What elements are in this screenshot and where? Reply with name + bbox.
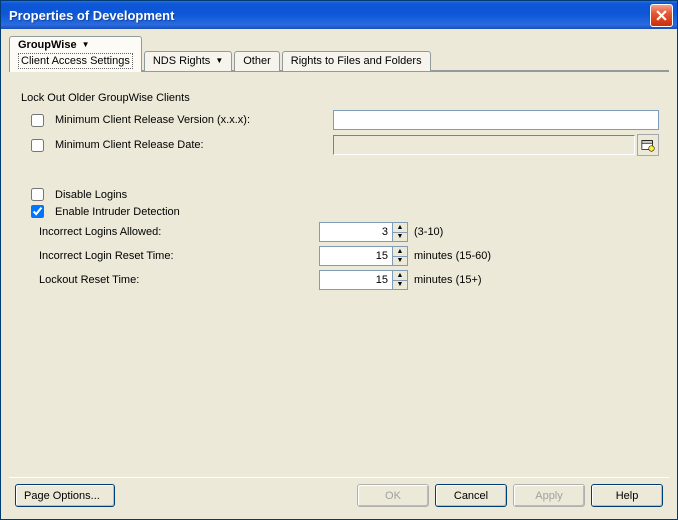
title-bar: Properties of Development — [1, 1, 677, 29]
incorrect-logins-spinner[interactable]: ▲ ▼ — [319, 222, 408, 242]
window-title: Properties of Development — [9, 8, 650, 23]
close-button[interactable] — [650, 4, 673, 27]
date-picker-button[interactable] — [637, 134, 659, 156]
disable-logins-checkbox[interactable] — [31, 188, 44, 201]
incorrect-logins-input[interactable] — [319, 222, 393, 242]
disable-logins-row: Disable Logins — [19, 188, 659, 201]
cancel-button[interactable]: Cancel — [435, 484, 507, 507]
tab-other-label: Other — [243, 54, 271, 68]
min-version-row: Minimum Client Release Version (x.x.x): — [19, 110, 659, 130]
reset-time-input[interactable] — [319, 246, 393, 266]
reset-time-suffix: minutes (15-60) — [414, 250, 491, 262]
enable-intruder-label: Enable Intruder Detection — [55, 206, 180, 218]
min-date-input[interactable] — [333, 135, 635, 155]
tab-other[interactable]: Other — [234, 51, 280, 71]
lockout-reset-spinner[interactable]: ▲ ▼ — [319, 270, 408, 290]
tab-groupwise-subline: Client Access Settings — [18, 53, 133, 69]
min-date-label: Minimum Client Release Date: — [55, 139, 333, 151]
enable-intruder-checkbox[interactable] — [31, 205, 44, 218]
incorrect-logins-label: Incorrect Logins Allowed: — [39, 226, 319, 238]
lockout-reset-input[interactable] — [319, 270, 393, 290]
content-area: GroupWise ▼ Client Access Settings NDS R… — [1, 29, 677, 519]
tab-strip: GroupWise ▼ Client Access Settings NDS R… — [9, 35, 669, 71]
spin-up[interactable]: ▲ — [393, 246, 408, 256]
spin-down[interactable]: ▼ — [393, 232, 408, 243]
reset-time-row: Incorrect Login Reset Time: ▲ ▼ minutes … — [19, 246, 659, 266]
enable-intruder-row: Enable Intruder Detection — [19, 205, 659, 218]
properties-window: Properties of Development GroupWise ▼ Cl… — [0, 0, 678, 520]
incorrect-logins-row: Incorrect Logins Allowed: ▲ ▼ (3-10) — [19, 222, 659, 242]
spin-up[interactable]: ▲ — [393, 222, 408, 232]
tab-nds-rights[interactable]: NDS Rights ▼ — [144, 51, 232, 71]
disable-logins-label: Disable Logins — [55, 189, 127, 201]
min-date-row: Minimum Client Release Date: — [19, 134, 659, 156]
min-date-checkbox[interactable] — [31, 139, 44, 152]
dialog-footer: Page Options... OK Cancel Apply Help — [9, 477, 669, 513]
tab-rights-label: Rights to Files and Folders — [291, 54, 422, 68]
chevron-down-icon: ▼ — [215, 54, 223, 68]
help-button[interactable]: Help — [591, 484, 663, 507]
chevron-down-icon: ▼ — [82, 38, 90, 52]
panel-body: Lock Out Older GroupWise Clients Minimum… — [9, 72, 669, 477]
spin-down[interactable]: ▼ — [393, 256, 408, 267]
min-version-checkbox[interactable] — [31, 114, 44, 127]
apply-button[interactable]: Apply — [513, 484, 585, 507]
reset-time-label: Incorrect Login Reset Time: — [39, 250, 319, 262]
tab-rights-files[interactable]: Rights to Files and Folders — [282, 51, 431, 71]
close-icon — [656, 10, 667, 21]
calendar-icon — [641, 138, 655, 152]
min-version-label: Minimum Client Release Version (x.x.x): — [55, 114, 333, 126]
lockout-reset-label: Lockout Reset Time: — [39, 274, 319, 286]
spin-down[interactable]: ▼ — [393, 280, 408, 291]
page-options-button[interactable]: Page Options... — [15, 484, 115, 507]
incorrect-logins-suffix: (3-10) — [414, 226, 443, 238]
lockout-reset-row: Lockout Reset Time: ▲ ▼ minutes (15+) — [19, 270, 659, 290]
ok-button[interactable]: OK — [357, 484, 429, 507]
lockout-reset-suffix: minutes (15+) — [414, 274, 482, 286]
tab-groupwise-label: GroupWise — [18, 38, 77, 52]
spin-up[interactable]: ▲ — [393, 270, 408, 280]
tab-groupwise[interactable]: GroupWise ▼ Client Access Settings — [9, 36, 142, 72]
min-version-input[interactable] — [333, 110, 659, 130]
reset-time-spinner[interactable]: ▲ ▼ — [319, 246, 408, 266]
tab-nds-label: NDS Rights — [153, 54, 210, 68]
lockout-section-title: Lock Out Older GroupWise Clients — [21, 92, 659, 104]
